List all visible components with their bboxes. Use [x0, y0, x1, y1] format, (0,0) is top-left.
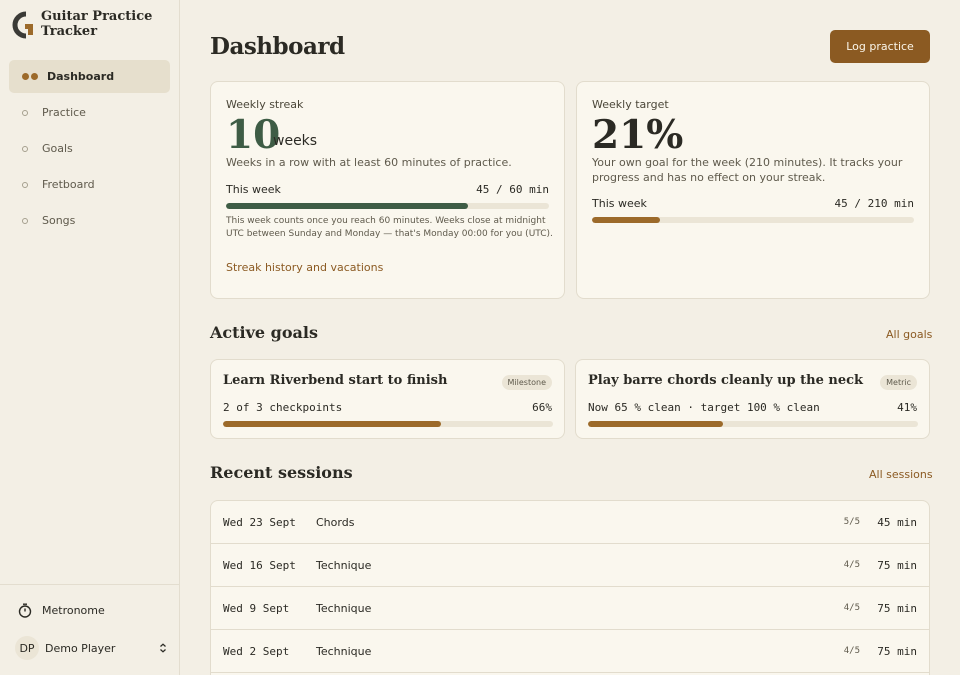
streak-description: Weeks in a row with at least 60 minutes …	[226, 156, 512, 169]
card-label: Weekly target	[592, 98, 669, 111]
target-value: 21%	[592, 112, 684, 158]
session-type: Technique	[316, 644, 372, 658]
target-progress-bar	[592, 217, 914, 223]
log-practice-button[interactable]: Log practice	[830, 30, 930, 63]
active-goals-title: Active goals	[210, 323, 318, 342]
target-progress-fill	[592, 217, 660, 223]
circle-icon	[22, 109, 28, 116]
goal-progress-bar	[223, 421, 553, 427]
brand-name: Guitar Practice Tracker	[41, 9, 152, 39]
sidebar-item-label: Practice	[42, 106, 86, 119]
brand-name-line2: Tracker	[41, 24, 98, 39]
metronome-button[interactable]: Metronome	[18, 603, 105, 618]
session-date: Wed 2 Sept	[223, 644, 290, 658]
week-label: This week	[226, 183, 281, 196]
recent-sessions-title: Recent sessions	[210, 463, 353, 482]
session-date: Wed 9 Sept	[223, 601, 290, 615]
sidebar-footer: Metronome DP Demo Player	[0, 584, 179, 675]
goal-meta: 2 of 3 checkpoints	[223, 401, 343, 414]
weekly-streak-card: Weekly streak 10 weeks Weeks in a row wi…	[210, 81, 565, 299]
circle-icon	[22, 145, 28, 152]
session-minutes: 75 min	[877, 558, 917, 572]
goal-progress-fill	[588, 421, 724, 427]
session-row[interactable]: Wed 2 Sept Technique 4/5 75 min	[211, 630, 929, 673]
card-label: Weekly streak	[226, 98, 304, 111]
avatar: DP	[15, 636, 39, 660]
week-value: 45 / 60 min	[476, 183, 549, 196]
session-minutes: 75 min	[877, 644, 917, 658]
target-description: Your own goal for the week (210 minutes)…	[592, 156, 903, 184]
session-rating: 4/5	[843, 560, 860, 570]
session-minutes: 45 min	[877, 515, 917, 529]
goal-type-badge: Milestone	[501, 375, 552, 390]
chevron-updown-icon	[160, 643, 166, 653]
guitar-logo-icon	[12, 11, 33, 39]
user-name: Demo Player	[45, 641, 116, 655]
goal-progress-fill	[223, 421, 441, 427]
sidebar-nav: Dashboard Practice Goals Fretboard Songs	[9, 60, 170, 240]
goal-meta: Now 65 % clean · target 100 % clean	[588, 401, 820, 414]
sessions-list: Wed 23 Sept Chords 5/5 45 min Wed 16 Sep…	[210, 500, 930, 675]
session-date: Wed 16 Sept	[223, 558, 296, 572]
sidebar: Guitar Practice Tracker Dashboard Practi…	[0, 0, 180, 675]
all-goals-link[interactable]: All goals	[886, 328, 932, 341]
circle-icon	[22, 217, 28, 224]
session-date: Wed 23 Sept	[223, 515, 296, 529]
session-minutes: 75 min	[877, 601, 917, 615]
streak-history-link[interactable]: Streak history and vacations	[226, 261, 383, 274]
sidebar-item-label: Songs	[42, 214, 76, 227]
session-row[interactable]: Wed 9 Sept Technique 4/5 75 min	[211, 587, 929, 630]
user-menu[interactable]: DP Demo Player	[15, 636, 167, 660]
week-value: 45 / 210 min	[834, 197, 914, 210]
session-type: Chords	[316, 515, 355, 529]
streak-progress-bar	[226, 203, 549, 209]
target-week-row: This week 45 / 210 min	[592, 197, 914, 210]
streak-unit: weeks	[273, 133, 318, 149]
metronome-label: Metronome	[42, 604, 105, 617]
page-title: Dashboard	[210, 33, 345, 60]
sidebar-item-label: Fretboard	[42, 178, 95, 191]
session-type: Technique	[316, 558, 372, 572]
sidebar-item-goals[interactable]: Goals	[9, 132, 170, 165]
weekly-target-card: Weekly target 21% Your own goal for the …	[576, 81, 930, 299]
goal-title: Learn Riverbend start to finish	[223, 373, 448, 388]
sidebar-item-practice[interactable]: Practice	[9, 96, 170, 129]
goal-card[interactable]: Learn Riverbend start to finish Mileston…	[210, 359, 565, 439]
streak-note: This week counts once you reach 60 minut…	[226, 216, 553, 239]
goal-percent: 66%	[532, 401, 552, 414]
goal-type-badge: Metric	[880, 375, 917, 390]
streak-progress-fill	[226, 203, 469, 209]
streak-week-row: This week 45 / 60 min	[226, 183, 549, 196]
sidebar-item-label: Dashboard	[47, 70, 115, 83]
sidebar-item-fretboard[interactable]: Fretboard	[9, 168, 170, 201]
session-row[interactable]: Wed 23 Sept Chords 5/5 45 min	[211, 501, 929, 544]
goal-title: Play barre chords cleanly up the neck	[588, 373, 864, 388]
stopwatch-icon	[18, 603, 32, 618]
all-sessions-link[interactable]: All sessions	[869, 468, 933, 481]
brand[interactable]: Guitar Practice Tracker	[12, 9, 152, 39]
goal-percent: 41%	[897, 401, 917, 414]
active-dots-icon	[22, 73, 40, 80]
session-rating: 5/5	[843, 517, 860, 527]
circle-icon	[22, 181, 28, 188]
goal-progress-bar	[588, 421, 918, 427]
sidebar-item-songs[interactable]: Songs	[9, 204, 170, 237]
brand-name-line1: Guitar Practice	[41, 9, 153, 24]
week-label: This week	[592, 197, 647, 210]
session-rating: 4/5	[843, 603, 860, 613]
session-row[interactable]: Wed 16 Sept Technique 4/5 75 min	[211, 544, 929, 587]
sidebar-item-label: Goals	[42, 142, 73, 155]
session-rating: 4/5	[843, 646, 860, 656]
goal-card[interactable]: Play barre chords cleanly up the neck Me…	[575, 359, 930, 439]
sidebar-item-dashboard[interactable]: Dashboard	[9, 60, 170, 93]
session-type: Technique	[316, 601, 372, 615]
